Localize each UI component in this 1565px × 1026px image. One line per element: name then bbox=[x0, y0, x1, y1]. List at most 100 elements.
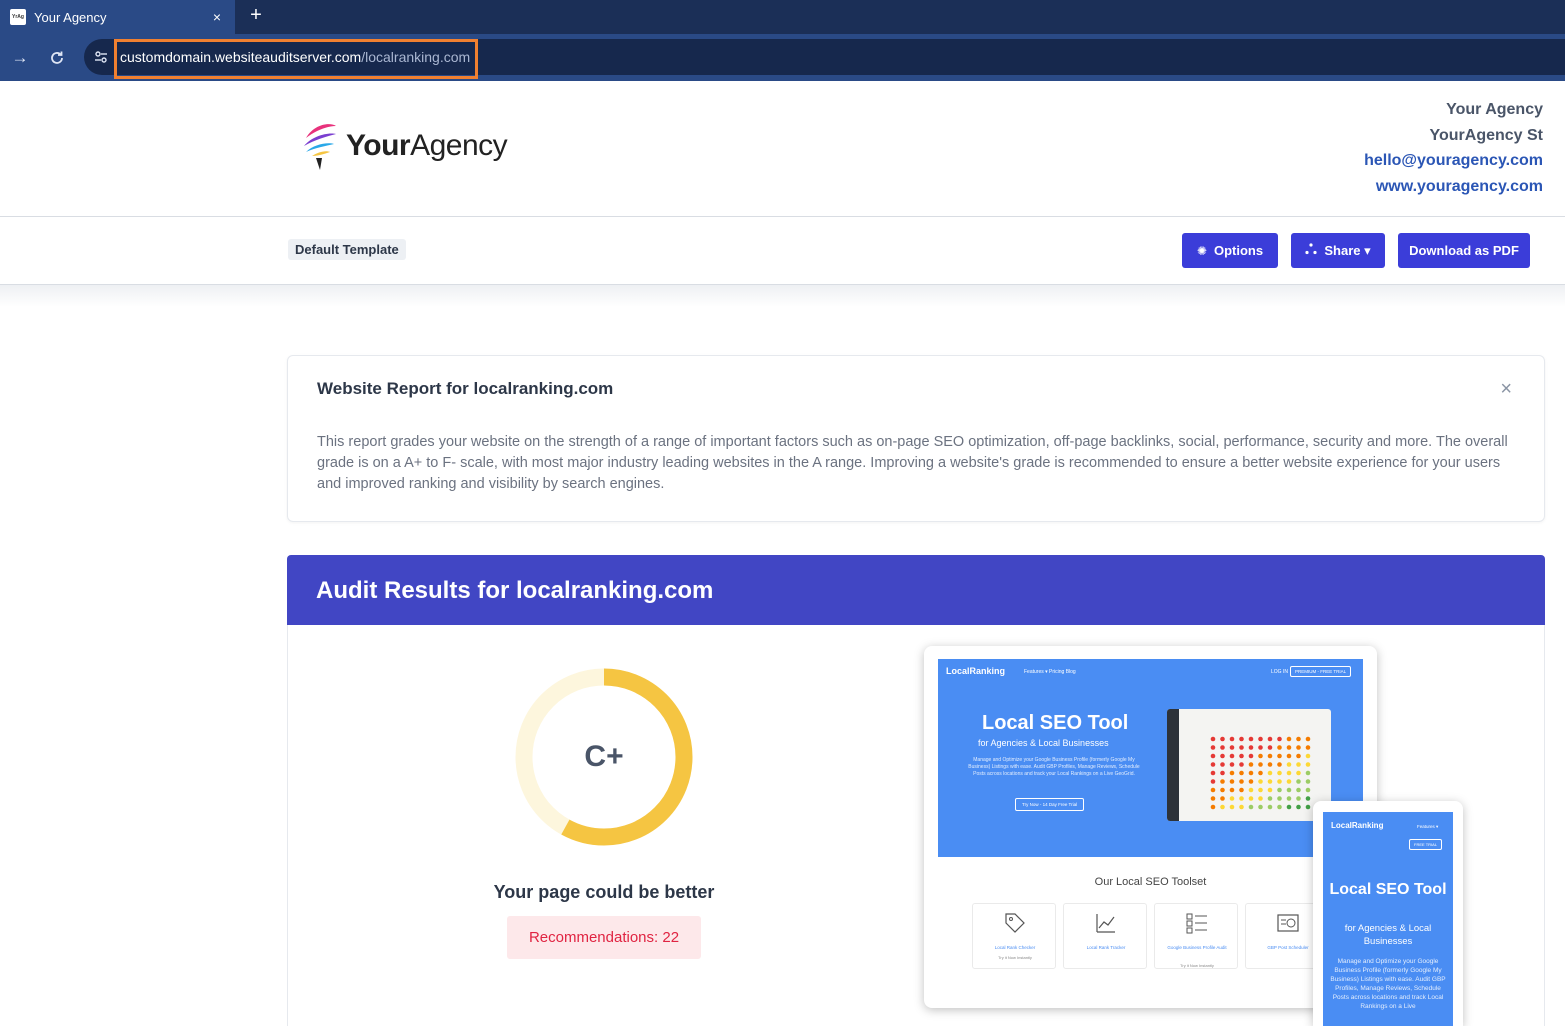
share-button[interactable]: Share ▾ bbox=[1291, 233, 1385, 268]
browser-tab[interactable]: YrAg Your Agency × bbox=[0, 0, 235, 34]
geogrid-dot bbox=[1296, 779, 1301, 784]
geogrid-dot bbox=[1258, 787, 1263, 793]
geogrid-dot bbox=[1220, 804, 1225, 810]
share-icon bbox=[1305, 243, 1317, 258]
geogrid-dot bbox=[1248, 804, 1254, 810]
geogrid-dot bbox=[1267, 770, 1273, 776]
geogrid-dot bbox=[1229, 753, 1235, 759]
mobile-preview-subheadline: for Agencies & Local Businesses bbox=[1344, 923, 1432, 947]
geogrid-dot bbox=[1277, 770, 1282, 776]
preview-map-card bbox=[1167, 709, 1331, 821]
geogrid-dot bbox=[1296, 804, 1301, 810]
preview-geogrid-dots bbox=[1210, 736, 1311, 810]
preview-tool-label: Local Rank Checker bbox=[994, 945, 1036, 950]
contact-website-link[interactable]: www.youragency.com bbox=[1364, 174, 1543, 200]
mobile-preview-trial-button: FREE TRIAL bbox=[1409, 839, 1443, 850]
geogrid-dot bbox=[1277, 787, 1282, 793]
geogrid-dot bbox=[1229, 745, 1235, 750]
geogrid-dot bbox=[1267, 736, 1273, 742]
preview-logo: LocalRanking bbox=[946, 666, 1006, 676]
agency-contact: Your Agency YourAgency St hello@youragen… bbox=[1364, 97, 1543, 199]
scheduler-icon bbox=[1277, 914, 1299, 932]
geogrid-dot bbox=[1258, 753, 1263, 759]
geogrid-dot bbox=[1210, 770, 1216, 776]
preview-tool-card: Google Business Profile Audit Try it Now… bbox=[1154, 903, 1238, 969]
geogrid-dot bbox=[1277, 753, 1282, 759]
geogrid-dot bbox=[1239, 762, 1244, 767]
geogrid-dot bbox=[1277, 779, 1282, 784]
geogrid-dot bbox=[1305, 736, 1311, 742]
geogrid-dot bbox=[1305, 762, 1311, 767]
geogrid-dot bbox=[1286, 736, 1292, 742]
preview-subheadline: for Agencies & Local Businesses bbox=[978, 738, 1109, 748]
geogrid-dot bbox=[1239, 745, 1244, 750]
geogrid-dot bbox=[1305, 796, 1311, 801]
close-icon[interactable]: × bbox=[1500, 378, 1512, 401]
geogrid-dot bbox=[1210, 804, 1216, 810]
geogrid-dot bbox=[1267, 745, 1273, 750]
geogrid-dot bbox=[1258, 745, 1263, 750]
geogrid-dot bbox=[1267, 804, 1273, 810]
agency-logo-text: YourAgency bbox=[346, 129, 508, 162]
preview-tool-sub: Try it Now Instantly bbox=[1180, 963, 1214, 968]
geogrid-dot bbox=[1229, 804, 1235, 810]
geogrid-dot bbox=[1305, 753, 1311, 759]
geogrid-dot bbox=[1229, 779, 1235, 784]
contact-name: Your Agency bbox=[1446, 101, 1543, 118]
geogrid-dot bbox=[1248, 787, 1254, 793]
url-text[interactable]: customdomain.websiteauditserver.com/loca… bbox=[120, 49, 470, 65]
geogrid-dot bbox=[1296, 770, 1301, 776]
geogrid-dot bbox=[1296, 753, 1301, 759]
geogrid-dot bbox=[1258, 762, 1263, 767]
geogrid-dot bbox=[1248, 770, 1254, 776]
geogrid-dot bbox=[1267, 753, 1273, 759]
reload-icon[interactable] bbox=[45, 46, 69, 70]
preview-trial-button: PREMIUM - FREE TRIAL bbox=[1290, 666, 1352, 677]
geogrid-dot bbox=[1210, 745, 1216, 750]
audit-results-header: Audit Results for localranking.com bbox=[287, 555, 1545, 625]
geogrid-dot bbox=[1267, 787, 1273, 793]
agency-logo-icon bbox=[304, 124, 336, 170]
site-info-icon[interactable] bbox=[90, 46, 112, 68]
geogrid-dot bbox=[1286, 762, 1292, 767]
geogrid-dot bbox=[1220, 787, 1225, 793]
new-tab-button[interactable]: + bbox=[245, 5, 267, 27]
download-pdf-button[interactable]: Download as PDF bbox=[1398, 233, 1530, 268]
geogrid-dot bbox=[1267, 796, 1273, 801]
audit-results-title: Audit Results for localranking.com bbox=[316, 577, 714, 604]
geogrid-dot bbox=[1305, 770, 1311, 776]
forward-arrow-icon[interactable]: → bbox=[8, 46, 32, 70]
geogrid-dot bbox=[1210, 762, 1216, 767]
preview-tool-label: Local Rank Tracker bbox=[1086, 945, 1126, 950]
recommendations-badge[interactable]: Recommendations: 22 bbox=[507, 916, 701, 959]
preview-cta-button: Try Now - 14 Day Free Trial bbox=[1015, 798, 1085, 811]
geogrid-dot bbox=[1220, 753, 1225, 759]
geogrid-dot bbox=[1277, 736, 1282, 742]
geogrid-dot bbox=[1239, 804, 1244, 810]
geogrid-dot bbox=[1229, 787, 1235, 793]
geogrid-dot bbox=[1277, 804, 1282, 810]
mobile-preview-paragraph: Manage and Optimize your Google Business… bbox=[1330, 958, 1446, 1010]
geogrid-dot bbox=[1296, 796, 1301, 801]
geogrid-dot bbox=[1220, 745, 1225, 750]
options-button[interactable]: ✺ Options bbox=[1182, 233, 1278, 268]
geogrid-dot bbox=[1286, 804, 1292, 810]
share-label: Share ▾ bbox=[1324, 242, 1371, 258]
geogrid-dot bbox=[1248, 753, 1254, 759]
geogrid-dot bbox=[1267, 779, 1273, 784]
geogrid-dot bbox=[1258, 804, 1263, 810]
preview-toolset-title: Our Local SEO Toolset bbox=[1094, 876, 1207, 888]
geogrid-dot bbox=[1286, 779, 1292, 784]
geogrid-dot bbox=[1296, 736, 1301, 742]
options-label: Options bbox=[1213, 243, 1264, 258]
geogrid-dot bbox=[1286, 787, 1292, 793]
tab-title: Your Agency bbox=[34, 9, 107, 25]
agency-logo: YourAgency bbox=[300, 120, 508, 172]
geogrid-dot bbox=[1296, 745, 1301, 750]
contact-email-link[interactable]: hello@youragency.com bbox=[1364, 148, 1543, 174]
geogrid-dot bbox=[1305, 745, 1311, 750]
geogrid-dot bbox=[1267, 762, 1273, 767]
geogrid-dot bbox=[1277, 796, 1282, 801]
tab-close-icon[interactable]: × bbox=[207, 9, 227, 25]
contact-street: YourAgency St bbox=[1429, 126, 1544, 144]
